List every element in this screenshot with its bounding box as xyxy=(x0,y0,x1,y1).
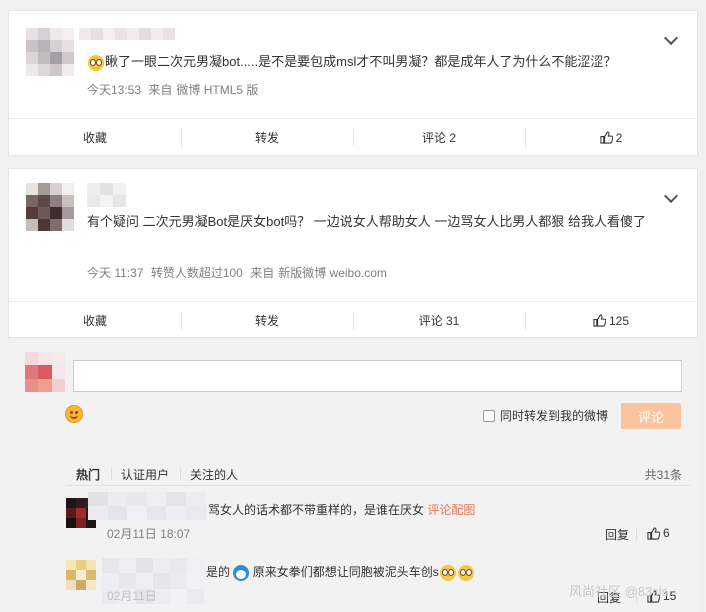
comment-panel: 同时转发到我的微博 评论 热门 认证用户 关注的人 共31条 骂女人的话术都不带… xyxy=(8,340,698,612)
smile-emoji-icon xyxy=(88,54,104,71)
comment-like-button[interactable]: 6 xyxy=(647,526,670,540)
also-repost-checkbox[interactable] xyxy=(483,410,495,422)
comment-image-link[interactable]: 评论配图 xyxy=(427,503,475,517)
rolling-eyes-emoji-icon xyxy=(439,564,456,581)
repost-button[interactable]: 转发 xyxy=(181,119,353,156)
comment-filter-tabs: 热门 认证用户 关注的人 共31条 xyxy=(66,450,690,486)
comment-total: 共31条 xyxy=(644,468,682,482)
submit-comment-button[interactable]: 评论 xyxy=(621,403,681,429)
comment-time: 02月11日 xyxy=(107,589,157,603)
comment-button[interactable]: 评论 2 xyxy=(353,119,525,156)
also-repost-label[interactable]: 同时转发到我的微博 xyxy=(500,407,608,424)
like-button[interactable]: 2 xyxy=(525,119,697,156)
comment-text: 骂女人的话术都不带重样的，是谁在厌女 评论配图 xyxy=(208,503,476,517)
divider xyxy=(636,528,637,540)
comment-time: 02月11日 18:07 xyxy=(107,527,191,541)
post-card-2: 有个疑问 二次元男凝Bot是厌女bot吗？ 一边说女人帮助女人 一边骂女人比男人… xyxy=(8,168,698,338)
like-button[interactable]: 125 xyxy=(525,302,697,339)
comment-input[interactable] xyxy=(73,360,682,392)
favorite-button[interactable]: 收藏 xyxy=(9,302,181,339)
avatar[interactable] xyxy=(26,183,74,231)
rolling-eyes-emoji-icon xyxy=(457,564,474,581)
post-source[interactable]: 新版微博 weibo.com xyxy=(278,266,387,280)
tab-hot[interactable]: 热门 xyxy=(76,466,100,483)
thumb-up-icon xyxy=(600,131,613,144)
chevron-down-icon[interactable] xyxy=(663,30,679,46)
action-bar: 收藏 转发 评论 31 125 xyxy=(9,301,697,339)
favorite-button[interactable]: 收藏 xyxy=(9,119,181,156)
repost-info: 转赞人数超过100 xyxy=(150,266,243,280)
commenter-avatar[interactable] xyxy=(66,560,96,590)
post-meta: 今天13:53 来自 微博 HTML5 版 xyxy=(87,83,259,97)
divider xyxy=(180,468,181,480)
post-time[interactable]: 今天13:53 xyxy=(87,83,141,97)
repost-button[interactable]: 转发 xyxy=(181,302,353,339)
tab-verified[interactable]: 认证用户 xyxy=(121,466,169,483)
username-blurred[interactable] xyxy=(87,183,127,207)
tab-following[interactable]: 关注的人 xyxy=(190,466,238,483)
reply-button[interactable]: 回复 xyxy=(605,526,629,543)
my-avatar[interactable] xyxy=(25,352,65,392)
username-blurred[interactable] xyxy=(79,28,175,40)
action-bar: 收藏 转发 评论 2 2 xyxy=(9,118,697,156)
post-text: 瞅了一眼二次元男凝bot.....是不是要包成msl才不叫男凝？都是成年人了为什… xyxy=(87,50,687,74)
avatar[interactable] xyxy=(26,28,74,76)
post-source[interactable]: 微博 HTML5 版 xyxy=(176,83,258,97)
thumb-up-icon xyxy=(593,314,606,327)
comment-text: 是的 原来女拳们都想让同胞被泥头车创s xyxy=(206,563,475,581)
doraemon-emoji-icon xyxy=(233,564,250,581)
post-meta: 今天 11:37 转赞人数超过100 来自 新版微博 weibo.com xyxy=(87,266,387,280)
commenter-name-blurred[interactable] xyxy=(88,492,206,520)
post-card-1: 瞅了一眼二次元男凝bot.....是不是要包成msl才不叫男凝？都是成年人了为什… xyxy=(8,10,698,156)
post-text: 有个疑问 二次元男凝Bot是厌女bot吗？ 一边说女人帮助女人 一边骂女人比男人… xyxy=(87,214,647,229)
smile-icon[interactable] xyxy=(65,405,83,423)
post-time[interactable]: 今天 11:37 xyxy=(87,266,143,280)
chevron-down-icon[interactable] xyxy=(663,188,679,204)
comment-button[interactable]: 评论 31 xyxy=(353,302,525,339)
watermark: 风尚社区 @83cls xyxy=(569,584,669,599)
divider xyxy=(111,468,112,480)
thumb-up-icon xyxy=(647,526,660,540)
